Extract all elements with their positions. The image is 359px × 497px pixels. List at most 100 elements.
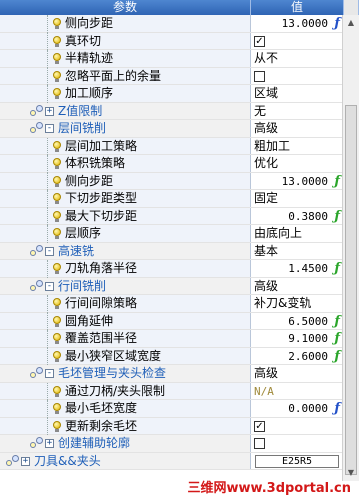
row-value-cell[interactable]: 区域 [251, 85, 342, 102]
vertical-scrollbar[interactable]: ▲ ▼ [342, 15, 359, 481]
row-label-cell[interactable]: + Z值限制 [0, 102, 251, 119]
row-value-cell[interactable]: 固定 [251, 190, 342, 207]
tree-param-row[interactable]: 侧向步距 13.0000 ƒ [0, 172, 342, 190]
tree-group-row[interactable]: - 行间铣削 高级 [0, 277, 342, 295]
row-value-cell[interactable]: 粗加工 [251, 137, 342, 154]
row-label-cell[interactable]: - 毛坯管理与夹头检查 [0, 365, 251, 382]
row-value-cell[interactable]: 高级 [251, 120, 342, 137]
numeric-value[interactable]: 9.1000 [288, 330, 328, 347]
row-value-cell[interactable]: 高级 [251, 365, 342, 382]
tree-param-row[interactable]: 覆盖范围半径 9.1000 ƒ [0, 330, 342, 348]
tree-param-row[interactable]: 圆角延伸 6.5000 ƒ [0, 312, 342, 330]
numeric-value[interactable]: 0.3800 [288, 208, 328, 225]
row-value-cell[interactable]: E25R5 [251, 452, 342, 469]
row-label-cell[interactable]: 圆角延伸 [0, 312, 251, 330]
row-value[interactable]: 高级 [254, 120, 278, 137]
tree-group-row[interactable]: + Z值限制 无 [0, 102, 342, 120]
row-label-cell[interactable]: 加工顺序 [0, 85, 251, 103]
collapse-icon[interactable]: - [45, 369, 54, 378]
scroll-down-icon[interactable]: ▼ [345, 467, 357, 479]
row-label-cell[interactable]: 行间间隙策略 [0, 295, 251, 313]
row-label-cell[interactable]: - 高速铣 [0, 242, 251, 259]
collapse-icon[interactable]: - [45, 124, 54, 133]
row-value-cell[interactable]: 6.5000 ƒ [251, 312, 342, 330]
row-label-cell[interactable]: 更新剩余毛坯 [0, 417, 251, 435]
row-value-cell[interactable]: 由底向上 [251, 225, 342, 242]
formula-icon[interactable]: ƒ [334, 208, 340, 225]
row-value-cell[interactable]: 从不 [251, 50, 342, 67]
tree-param-row[interactable]: 行间间隙策略 补刀&变轨 [0, 295, 342, 313]
numeric-value[interactable]: 2.6000 [288, 348, 328, 365]
formula-icon[interactable]: ƒ [334, 330, 340, 347]
tree-param-row[interactable]: 体积铣策略 优化 [0, 155, 342, 173]
tree-param-row[interactable]: 层顺序 由底向上 [0, 225, 342, 243]
numeric-value[interactable]: 0.0000 [288, 400, 328, 417]
row-value-cell[interactable]: 补刀&变轨 [251, 295, 342, 312]
row-value[interactable]: 由底向上 [254, 225, 302, 242]
row-label-cell[interactable]: 真环切 [0, 32, 251, 50]
checkbox[interactable] [254, 438, 265, 449]
row-value-cell[interactable]: 0.0000 ƒ [251, 400, 342, 417]
tree-param-row[interactable]: 通过刀柄/夹头限制 N/A [0, 382, 342, 400]
row-label-cell[interactable]: - 层间铣削 [0, 120, 251, 137]
tree-param-row[interactable]: 忽略平面上的余量 [0, 67, 342, 85]
row-label-cell[interactable]: 侧向步距 [0, 15, 251, 33]
row-label-cell[interactable]: 层间加工策略 [0, 137, 251, 155]
row-label-cell[interactable]: 刀轨角落半径 [0, 260, 251, 278]
row-value-cell[interactable]: 无 [251, 102, 342, 120]
row-label-cell[interactable]: 最小狭窄区域宽度 [0, 347, 251, 365]
tree-param-row[interactable]: 半精轨迹 从不 [0, 50, 342, 68]
row-value[interactable]: 基本 [254, 243, 278, 260]
row-value-cell[interactable]: 优化 [251, 155, 342, 172]
row-label-cell[interactable]: 下切步距类型 [0, 190, 251, 208]
tree-group-row[interactable]: - 高速铣 基本 [0, 242, 342, 260]
tree-param-row[interactable]: 真环切 ✓ [0, 32, 342, 50]
row-value[interactable]: 高级 [254, 278, 278, 295]
row-value[interactable]: 补刀&变轨 [254, 295, 311, 312]
numeric-value[interactable]: 6.5000 [288, 313, 328, 330]
row-value-cell[interactable]: 9.1000 ƒ [251, 330, 342, 347]
tree-param-row[interactable]: 最小毛坯宽度 0.0000 ƒ [0, 400, 342, 418]
param-column-header[interactable]: 参数 [0, 0, 251, 15]
formula-icon[interactable]: ƒ [334, 313, 340, 330]
row-label-cell[interactable]: - 行间铣削 [0, 277, 251, 294]
formula-icon[interactable]: ƒ [334, 348, 340, 365]
row-value[interactable]: 无 [254, 103, 266, 120]
formula-icon[interactable]: ƒ [334, 173, 340, 190]
tool-select[interactable]: E25R5 [255, 454, 339, 468]
row-label-cell[interactable]: 通过刀柄/夹头限制 [0, 382, 251, 400]
numeric-value[interactable]: 13.0000 [282, 173, 328, 190]
checkbox[interactable] [254, 70, 265, 82]
expand-icon[interactable]: + [45, 106, 54, 116]
row-value-cell[interactable]: 13.0000 ƒ [251, 15, 342, 32]
numeric-value[interactable]: 13.0000 [282, 15, 328, 32]
row-label-cell[interactable]: 体积铣策略 [0, 155, 251, 173]
tree-param-row[interactable]: 最小狭窄区域宽度 2.6000 ƒ [0, 347, 342, 365]
checkbox[interactable]: ✓ [254, 35, 265, 47]
row-value-cell[interactable]: N/A [251, 382, 342, 399]
row-label-cell[interactable]: + 创建辅助轮廓 [0, 435, 251, 452]
collapse-icon[interactable]: - [45, 281, 54, 291]
checkbox[interactable]: ✓ [254, 420, 265, 432]
row-value[interactable]: 高级 [254, 365, 278, 382]
row-value-cell[interactable]: 1.4500 ƒ [251, 260, 342, 277]
row-value-cell[interactable]: ✓ [251, 417, 342, 434]
row-value[interactable]: 优化 [254, 155, 278, 172]
tree-param-row[interactable]: 加工顺序 区域 [0, 85, 342, 103]
row-value-cell[interactable]: 13.0000 ƒ [251, 172, 342, 190]
tree-param-row[interactable]: 侧向步距 13.0000 ƒ [0, 15, 342, 33]
row-value-cell[interactable] [251, 67, 342, 84]
tree-param-row[interactable]: 更新剩余毛坯 ✓ [0, 417, 342, 435]
row-value-cell[interactable]: 基本 [251, 242, 342, 260]
row-value-cell[interactable]: ✓ [251, 32, 342, 49]
tree-param-row[interactable]: 下切步距类型 固定 [0, 190, 342, 208]
tree-param-row[interactable]: 层间加工策略 粗加工 [0, 137, 342, 155]
value-column-header[interactable]: 值 [251, 0, 344, 15]
scroll-up-icon[interactable]: ▲ [345, 17, 357, 29]
row-value-cell[interactable] [251, 435, 342, 452]
row-label-cell[interactable]: 半精轨迹 [0, 50, 251, 68]
row-label-cell[interactable]: 层顺序 [0, 225, 251, 243]
row-value[interactable]: 从不 [254, 50, 278, 67]
row-value-cell[interactable]: 0.3800 ƒ [251, 207, 342, 225]
row-value[interactable]: 区域 [254, 85, 278, 102]
